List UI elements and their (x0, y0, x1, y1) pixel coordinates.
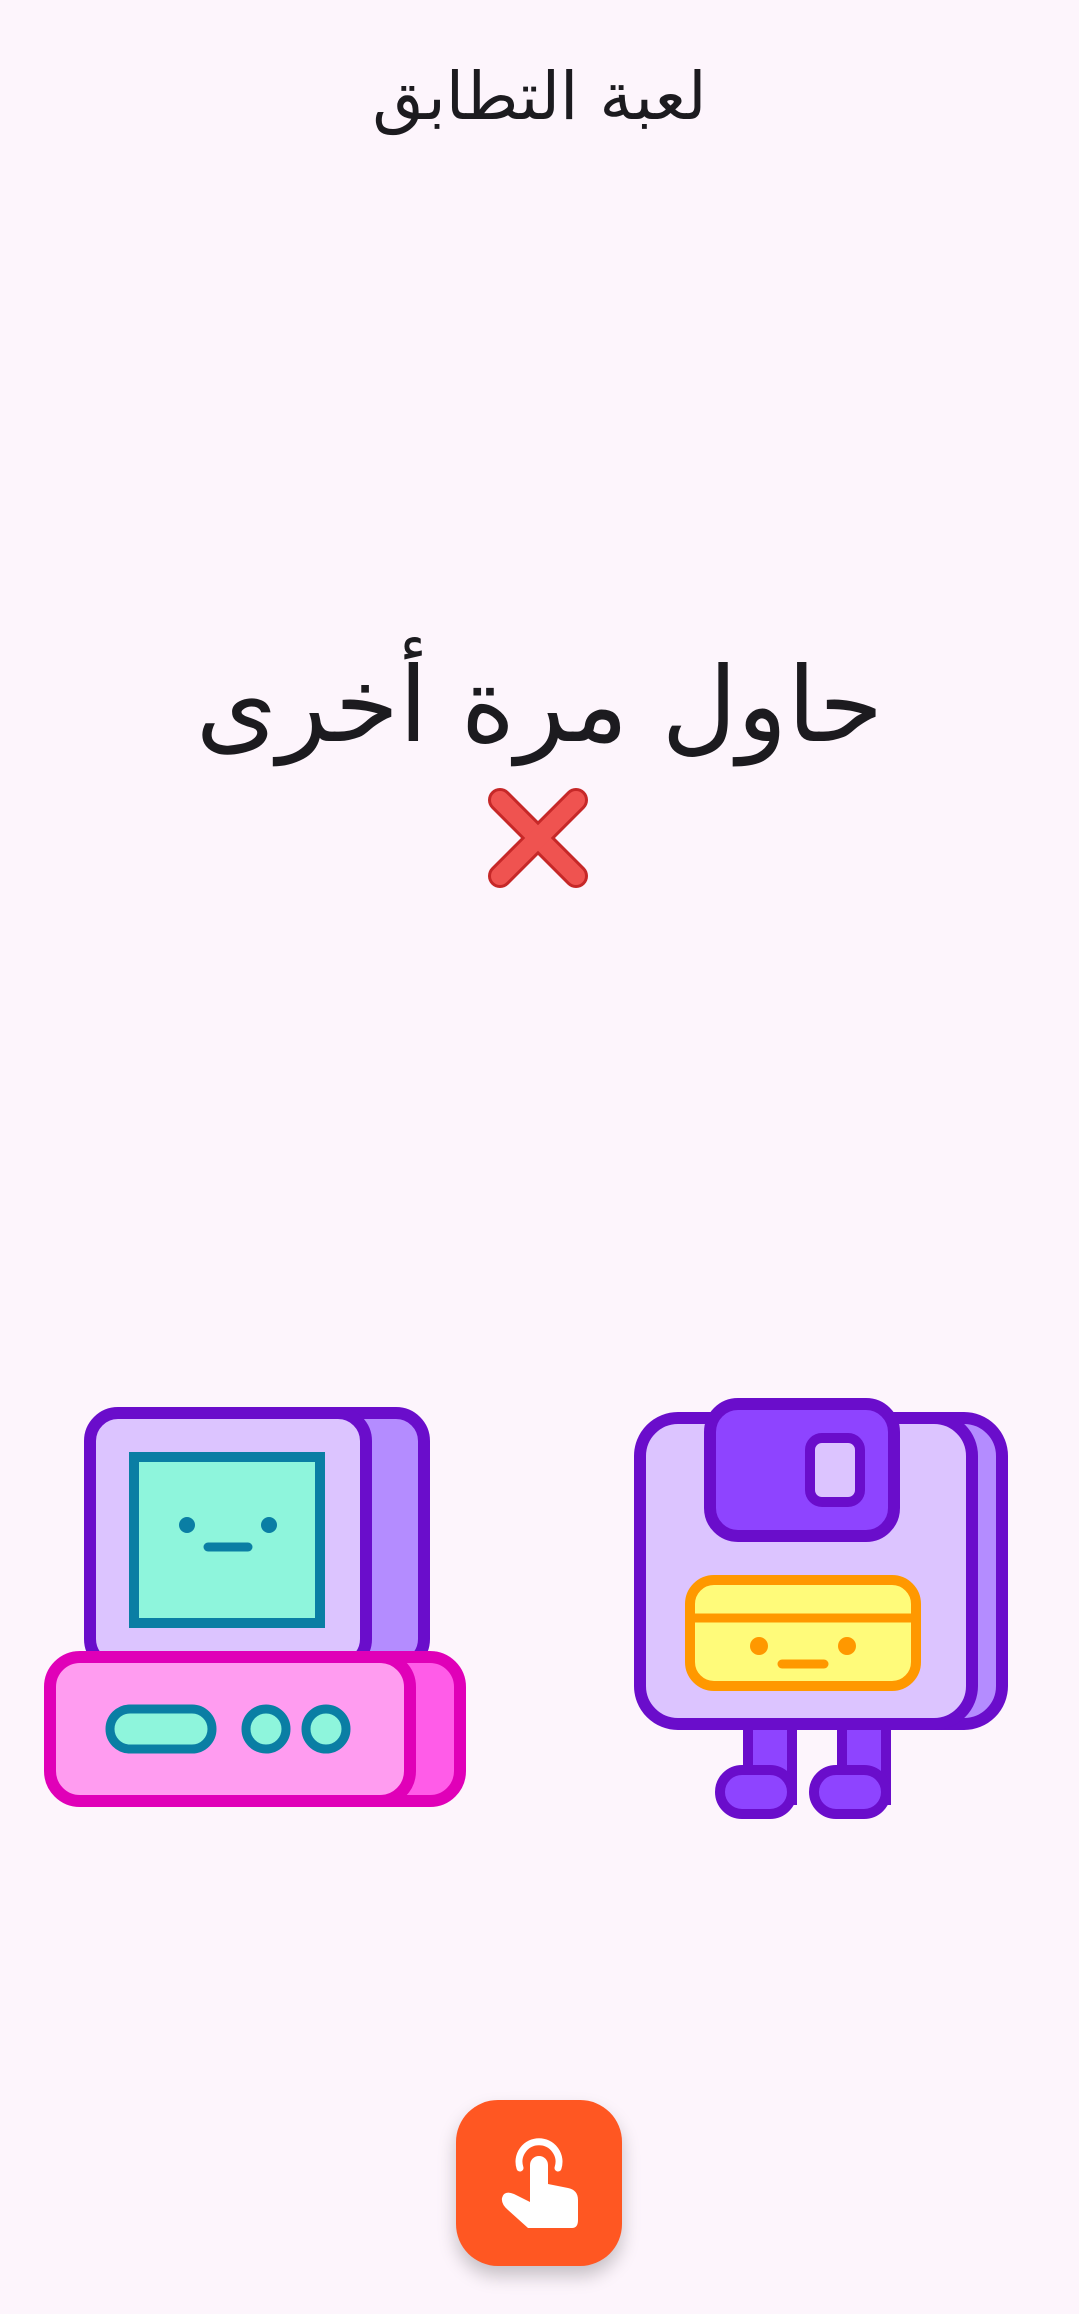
tap-button[interactable] (456, 2100, 622, 2266)
cross-mark-icon (478, 778, 598, 898)
retro-computer-icon (44, 1407, 466, 1807)
result-message: حاول مرة أخرى (195, 644, 884, 766)
app-title: لعبة التطابق (372, 58, 707, 135)
tap-finger-icon (501, 2138, 578, 2228)
floppy-disk-character-icon (634, 1398, 1008, 1819)
card-floppy[interactable] (620, 1390, 1020, 1830)
card-computer[interactable] (40, 1395, 480, 1835)
